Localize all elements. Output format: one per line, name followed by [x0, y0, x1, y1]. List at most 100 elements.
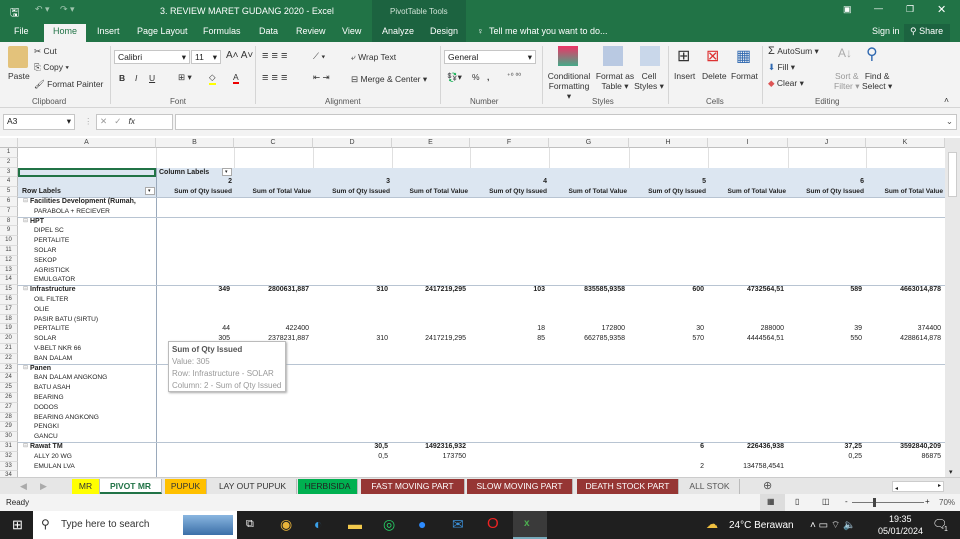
tab-file[interactable]: File: [14, 26, 29, 36]
value-cell[interactable]: 374400: [866, 324, 945, 334]
tray-icons[interactable]: ˄ ▭ ⌔ 🔈: [810, 519, 855, 532]
windows-start-icon[interactable]: ⊞: [12, 517, 23, 533]
row-header-6[interactable]: 6: [0, 197, 18, 207]
value-cell[interactable]: 422400: [234, 324, 313, 334]
zoom-slider[interactable]: [852, 502, 924, 503]
row-header-21[interactable]: 21: [0, 344, 18, 354]
wrap-text-button[interactable]: ⤶ Wrap Text: [351, 52, 396, 63]
ribbon-display-icon[interactable]: ▣: [843, 4, 852, 15]
cell-styles-button[interactable]: Cell Styles ▾: [634, 71, 664, 92]
value-cell[interactable]: 4288614,878: [866, 334, 945, 344]
sheet-tab-pivot-mr[interactable]: PIVOT MR: [100, 479, 162, 494]
row-header-23[interactable]: 23: [0, 363, 18, 374]
mail-icon[interactable]: ✉: [452, 516, 464, 533]
minimize-icon[interactable]: —: [874, 3, 883, 13]
grow-font-icon[interactable]: A˄ A˅: [226, 50, 253, 61]
row-header-22[interactable]: 22: [0, 353, 18, 364]
find-select-button[interactable]: Find & Select ▾: [862, 71, 892, 92]
value-cell[interactable]: 18: [470, 324, 549, 334]
column-header-E[interactable]: E: [392, 138, 470, 148]
row-header-11[interactable]: 11: [0, 246, 18, 256]
value-cell[interactable]: 226436,938: [708, 442, 788, 452]
delete-button[interactable]: Delete: [702, 71, 727, 81]
format-as-table-button[interactable]: Format as Table ▾: [593, 71, 637, 92]
value-cell[interactable]: 2417219,295: [392, 285, 470, 295]
value-cell[interactable]: 2800631,887: [234, 285, 313, 295]
row-header-5[interactable]: 5: [0, 187, 18, 197]
row-header-20[interactable]: 20: [0, 334, 18, 344]
expand-formula-icon[interactable]: ⌄: [946, 116, 953, 127]
sheet-tab-death-stock-part[interactable]: DEATH STOCK PART: [577, 479, 679, 494]
horizontal-scrollbar[interactable]: ◂ ▸: [892, 481, 944, 492]
value-cell[interactable]: 589: [788, 285, 866, 295]
excel-taskbar-button[interactable]: x: [513, 511, 547, 539]
font-name-select[interactable]: Calibri ▾: [114, 50, 190, 64]
sheet-tab-lay-out-pupuk[interactable]: LAY OUT PUPUK: [209, 479, 297, 494]
close-icon[interactable]: ✕: [937, 3, 946, 16]
sheet-tab-pupuk[interactable]: PUPUK: [165, 479, 207, 494]
value-cell[interactable]: 85: [470, 334, 549, 344]
value-cell[interactable]: 30,5: [313, 442, 392, 452]
row-header-32[interactable]: 32: [0, 451, 18, 462]
cancel-icon[interactable]: ✕: [100, 116, 107, 126]
value-cell[interactable]: 550: [788, 334, 866, 344]
value-cell[interactable]: 44: [156, 324, 234, 334]
tab-data[interactable]: Data: [259, 26, 278, 36]
value-cell[interactable]: 3592840,209: [866, 442, 945, 452]
row-header-33[interactable]: 33: [0, 461, 18, 472]
value-cell[interactable]: 4663014,878: [866, 285, 945, 295]
conditional-formatting-button[interactable]: Conditional Formatting ▾: [546, 71, 592, 102]
select-all-corner[interactable]: [0, 138, 18, 148]
row-header-30[interactable]: 30: [0, 432, 18, 442]
zoom-out-icon[interactable]: -: [845, 497, 848, 506]
clock-date[interactable]: 05/01/2024: [878, 526, 923, 536]
insert-button[interactable]: Insert: [674, 71, 695, 81]
name-box[interactable]: A3 ▾: [3, 114, 75, 130]
clock-time[interactable]: 19:35: [889, 514, 912, 524]
bold-button[interactable]: B: [119, 73, 125, 83]
weather-text[interactable]: 24°C Berawan: [729, 520, 794, 531]
value-cell[interactable]: 310: [313, 334, 392, 344]
decimal-icons[interactable]: ⁺⁰ ⁰⁰: [507, 72, 521, 80]
sheet-nav-prev-icon[interactable]: ◀: [20, 481, 27, 492]
sheet-tab-herbisida[interactable]: HERBISIDA: [298, 479, 358, 494]
value-cell[interactable]: 134758,4541: [708, 462, 788, 472]
column-header-A[interactable]: A: [18, 138, 156, 148]
row-header-31[interactable]: 31: [0, 442, 18, 452]
scroll-down-icon[interactable]: ▾: [949, 468, 953, 476]
row-header-16[interactable]: 16: [0, 295, 18, 305]
number-format-select[interactable]: General ▾: [444, 50, 536, 64]
worksheet-grid[interactable]: A B C D E F G H I J K 1 2 3 4 5 6 7 8 9 10 11 12 13 14 15 16 17 18 19…: [0, 138, 945, 477]
tab-home[interactable]: Home: [53, 26, 77, 36]
cut-button[interactable]: ✂ Cut: [34, 46, 57, 57]
value-cell[interactable]: 0,25: [788, 452, 866, 462]
column-header-G[interactable]: G: [549, 138, 629, 148]
font-color-icon[interactable]: A: [233, 72, 239, 84]
row-header-18[interactable]: 18: [0, 314, 18, 325]
save-icon[interactable]: 🖫: [10, 4, 19, 23]
format-button[interactable]: Format: [731, 71, 758, 81]
value-cell[interactable]: 570: [629, 334, 708, 344]
task-view-icon[interactable]: ⧉: [246, 518, 254, 531]
edge-icon[interactable]: ◐: [314, 516, 322, 532]
value-cell[interactable]: 662785,9358: [549, 334, 629, 344]
enter-icon[interactable]: ✓: [114, 116, 121, 126]
percent-button[interactable]: %: [472, 72, 480, 82]
column-header-D[interactable]: D: [313, 138, 392, 148]
value-cell[interactable]: 4732564,51: [708, 285, 788, 295]
opera-icon[interactable]: O: [487, 515, 499, 532]
sheet-tab-slow-moving-part[interactable]: SLOW MOVING PART: [467, 479, 573, 494]
zoom-in-icon[interactable]: +: [925, 497, 930, 506]
tab-analyze[interactable]: Analyze: [382, 26, 414, 36]
sheet-tab-mr[interactable]: MR: [72, 479, 100, 494]
column-header-F[interactable]: F: [470, 138, 549, 148]
row-labels-filter-icon[interactable]: ▾: [145, 187, 155, 196]
format-painter-button[interactable]: 🖌 Format Painter: [34, 79, 103, 90]
align-left-icon[interactable]: ≡ ≡ ≡: [262, 72, 287, 84]
column-header-K[interactable]: K: [866, 138, 945, 148]
value-cell[interactable]: 86875: [866, 452, 945, 462]
tab-review[interactable]: Review: [296, 26, 326, 36]
row-header-26[interactable]: 26: [0, 393, 18, 403]
value-cell[interactable]: 2: [629, 462, 708, 472]
restore-icon[interactable]: ❐: [906, 4, 914, 15]
